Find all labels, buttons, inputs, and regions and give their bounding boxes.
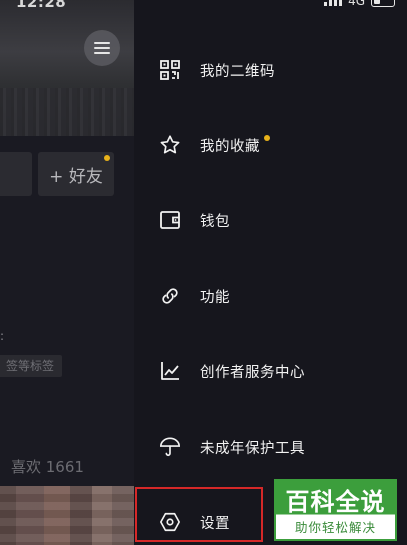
watermark-logo: 百科全说 助你轻松解决 [274,479,397,541]
network-type: 4G [348,0,365,8]
favorites-badge-dot [264,135,270,141]
side-drawer: 4G 我的二维码 我的收藏 钱包 功能 创作者服务中心 未成年保护工具 设置 [134,0,407,545]
menu-item-favorites[interactable]: 我的收藏 [134,125,407,165]
cover-skyline [0,88,134,136]
profile-background: 12:28 + 好友 : 签等标签 喜欢 1661 [0,0,134,545]
watermark-title: 百科全说 [285,488,386,516]
edit-profile-button[interactable] [0,152,32,196]
video-thumbnail[interactable] [0,486,134,545]
menu-label: 功能 [200,289,230,306]
add-tag-chip[interactable]: 签等标签 [0,355,63,377]
chart-line-icon [159,360,181,382]
star-icon [159,134,181,156]
menu-item-wallet[interactable]: 钱包 [134,200,407,240]
qr-code-icon [159,59,181,81]
signal-icon [324,0,343,6]
menu-toggle-button[interactable] [84,30,120,66]
status-indicators: 4G [324,0,395,8]
likes-tab[interactable]: 喜欢 1661 [11,456,84,477]
menu-item-minor-protection[interactable]: 未成年保护工具 [134,427,407,467]
add-friend-button[interactable]: + 好友 [38,152,114,196]
menu-item-functions[interactable]: 功能 [134,276,407,316]
menu-label: 我的收藏 [200,138,260,155]
notification-dot [104,155,110,161]
bio-fragment: : [0,329,5,343]
umbrella-icon [159,436,181,458]
menu-item-creator-center[interactable]: 创作者服务中心 [134,351,407,391]
battery-icon [371,0,395,7]
menu-item-qr-code[interactable]: 我的二维码 [134,50,407,90]
menu-label: 我的二维码 [200,63,275,80]
hamburger-icon [94,42,110,54]
link-icon [159,285,181,307]
menu-label: 钱包 [200,213,230,230]
wallet-icon [159,209,181,231]
menu-label: 创作者服务中心 [200,364,305,381]
add-friend-label: + 好友 [49,166,103,187]
status-time: 12:28 [16,0,67,11]
watermark-subtitle: 助你轻松解决 [294,520,376,535]
settings-highlight-box [135,487,263,542]
menu-label: 未成年保护工具 [200,440,305,457]
